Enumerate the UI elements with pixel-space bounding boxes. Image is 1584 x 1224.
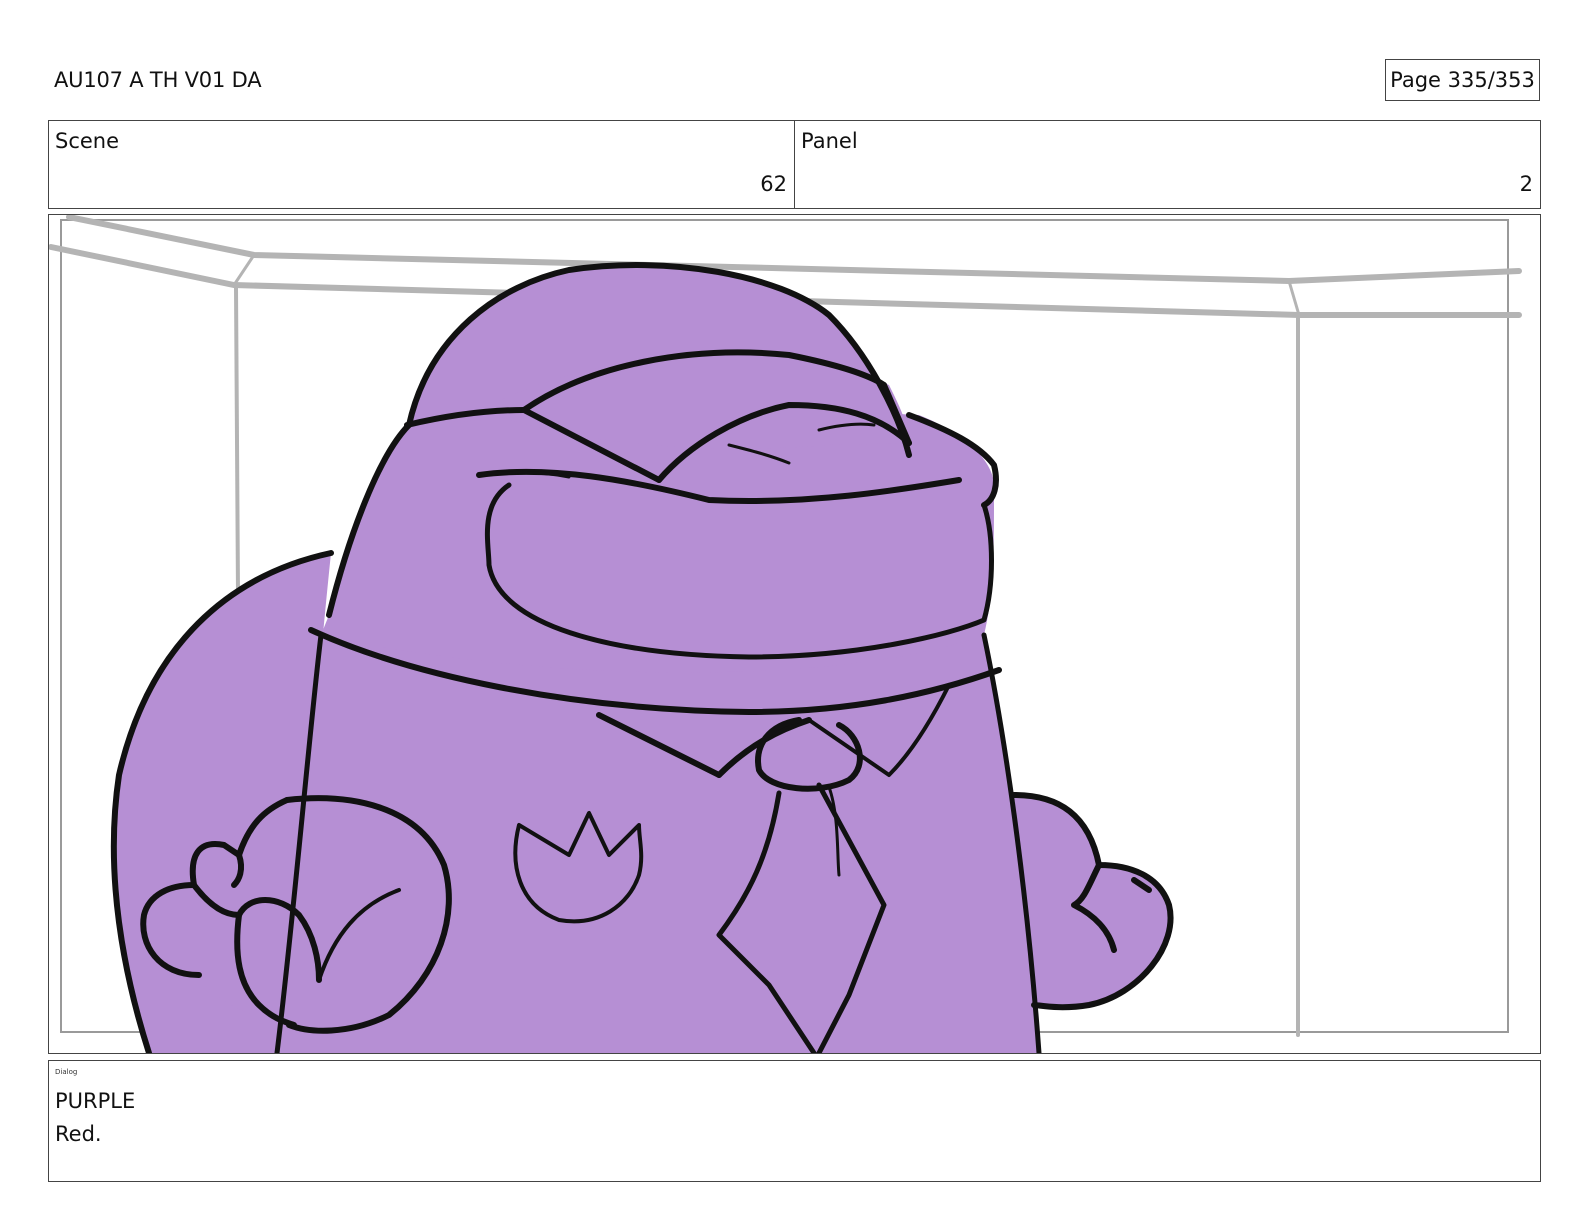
panel-number: 2 [1519,172,1533,196]
dialog-character-name: PURPLE [55,1089,136,1113]
panel-cell: Panel 2 [794,121,1540,208]
scene-cell: Scene 62 [49,121,794,208]
panel-label: Panel [801,129,858,153]
document-title: AU107 A TH V01 DA [54,68,262,92]
dialog-line: Red. [55,1122,102,1146]
dialog-box: Dialog PURPLE Red. [48,1060,1541,1182]
page-indicator: Page 335/353 [1385,59,1540,101]
scene-number: 62 [760,172,787,196]
storyboard-panel [48,214,1541,1054]
panel-drawing [49,215,1522,1053]
purple-character [110,262,1174,1053]
dialog-label: Dialog [55,1068,78,1076]
scene-panel-info: Scene 62 Panel 2 [48,120,1541,209]
scene-label: Scene [55,129,120,153]
